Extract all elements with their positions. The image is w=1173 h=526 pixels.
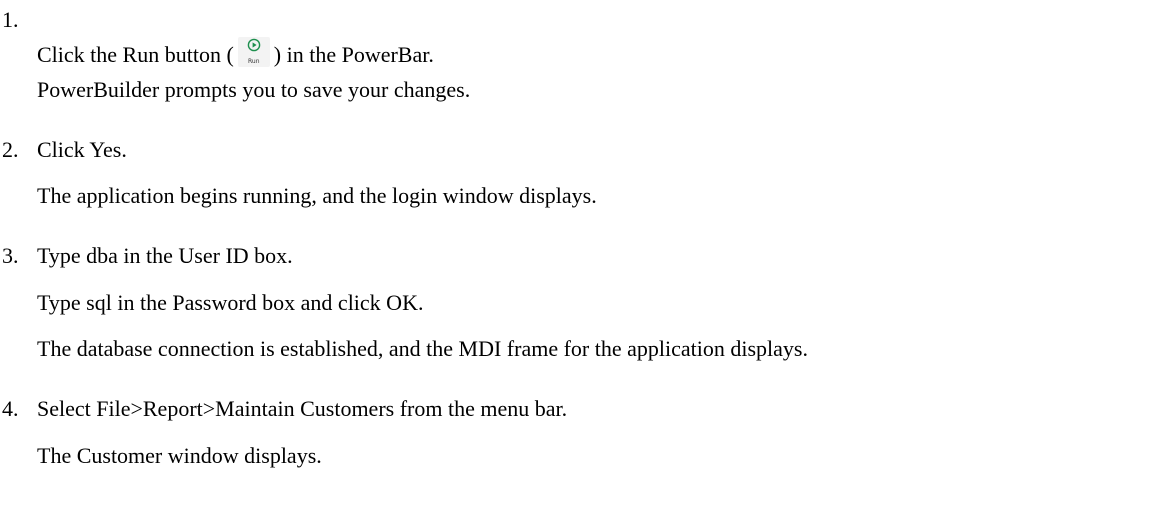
step-4-number: 4.	[2, 396, 19, 421]
step-4-note: The Customer window displays.	[37, 443, 322, 468]
step-3-note: The database connection is established, …	[37, 336, 808, 361]
step-1-instruction: Click the Run button ( Run ) in the Powe…	[37, 37, 434, 68]
step-1-text-before: Click the Run button (	[37, 42, 234, 67]
step-3-note: Type sql in the Password box and click O…	[37, 290, 424, 315]
run-play-icon	[247, 38, 261, 52]
step-2-note: The application begins running, and the …	[37, 183, 597, 208]
step-1-text-after: ) in the PowerBar.	[273, 42, 434, 67]
step-4-instruction: Select File>Report>Maintain Customers fr…	[37, 396, 568, 421]
step-3-instruction: Type dba in the User ID box.	[37, 243, 293, 268]
step-3-number: 3.	[2, 243, 19, 268]
step-1-note: PowerBuilder prompts you to save your ch…	[37, 77, 471, 102]
run-button-image: Run	[237, 37, 270, 67]
step-2-number: 2.	[2, 137, 19, 162]
step-1-number: 1.	[2, 7, 19, 32]
run-button-caption: Run	[248, 58, 260, 65]
step-2-instruction: Click Yes.	[37, 137, 127, 162]
